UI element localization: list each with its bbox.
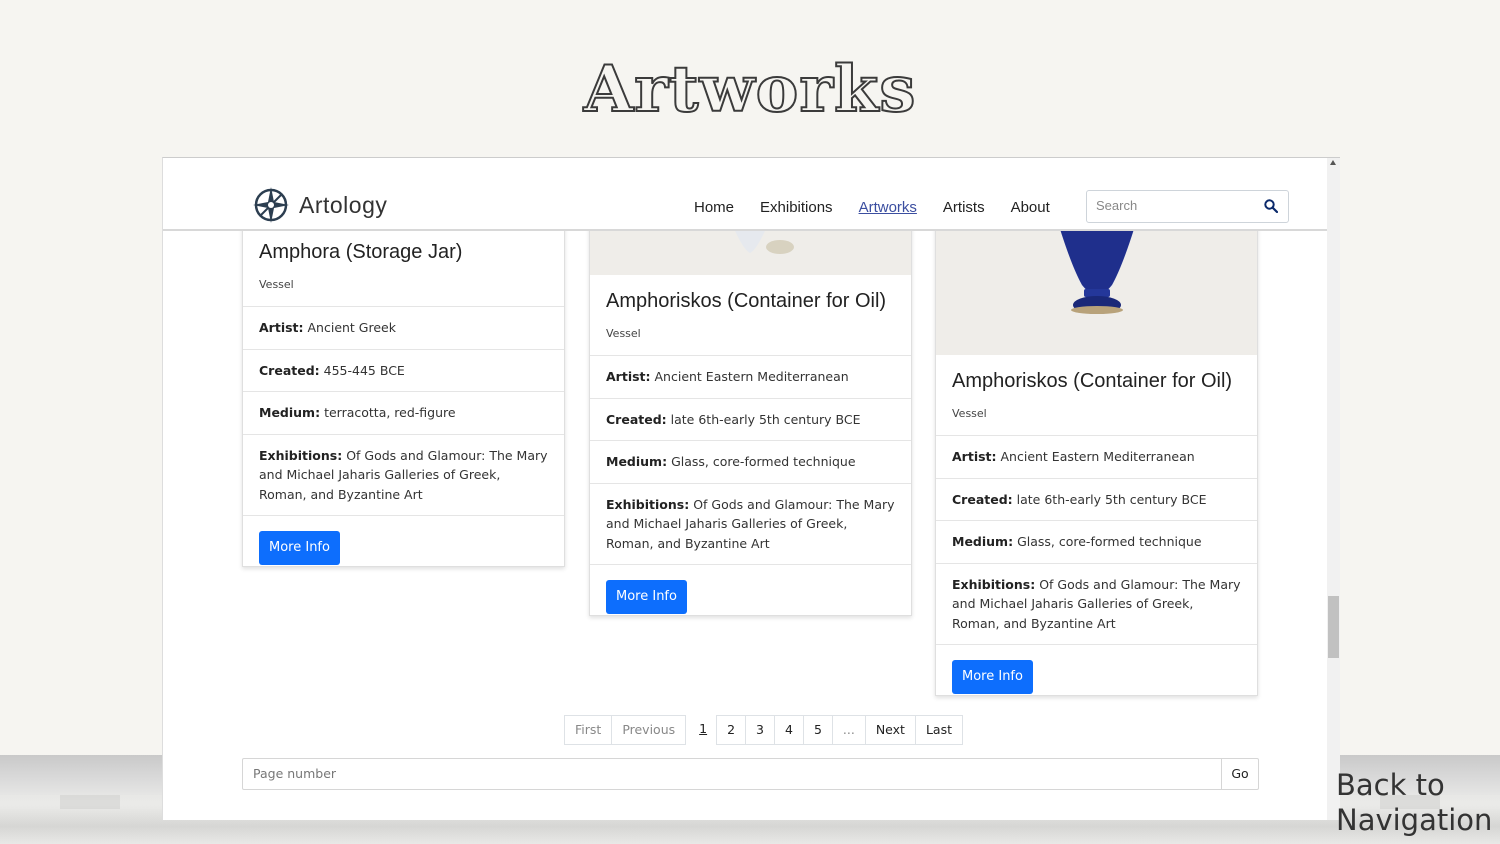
back-to-navigation-link[interactable]: Back to Navigation xyxy=(1336,768,1496,838)
pagination-previous[interactable]: Previous xyxy=(611,715,687,745)
vertical-scrollbar[interactable] xyxy=(1327,158,1340,820)
pagination-page-4[interactable]: 4 xyxy=(774,715,804,745)
nav-links: Home Exhibitions Artworks Artists About xyxy=(694,199,1076,216)
search-icon[interactable] xyxy=(1264,199,1278,213)
pagination-last[interactable]: Last xyxy=(914,715,963,745)
medium-row: Medium: Glass, core-formed technique xyxy=(936,520,1257,563)
exhibitions-label: Exhibitions: xyxy=(606,496,690,512)
nav-about[interactable]: About xyxy=(1011,199,1050,216)
brand[interactable]: Artology xyxy=(251,185,387,225)
exhibitions-row: Exhibitions: Of Gods and Glamour: The Ma… xyxy=(243,433,564,516)
artwork-type: Vessel xyxy=(259,278,294,291)
created-value: 455-445 BCE xyxy=(323,362,405,378)
artist-label: Artist: xyxy=(952,449,997,464)
artist-row: Artist: Ancient Eastern Mediterranean xyxy=(936,435,1257,478)
created-label: Created: xyxy=(952,491,1013,507)
medium-label: Medium: xyxy=(259,405,321,420)
page-number-input[interactable] xyxy=(243,759,1223,787)
embedded-browser-view: Amphora (Storage Jar) Vessel Artist: Anc… xyxy=(162,157,1340,820)
artist-value: Ancient Eastern Mediterranean xyxy=(1000,449,1195,464)
search-input[interactable] xyxy=(1087,191,1265,220)
pagination-page-1[interactable]: 1 xyxy=(689,715,718,743)
nav-exhibitions[interactable]: Exhibitions xyxy=(760,199,833,216)
brand-name: Artology xyxy=(299,191,388,218)
created-label: Created: xyxy=(606,411,667,427)
medium-row: Medium: terracotta, red-figure xyxy=(243,391,564,434)
artwork-title: Amphoriskos (Container for Oil) xyxy=(952,370,1233,392)
scroll-up-arrow-icon[interactable] xyxy=(1330,160,1336,165)
artwork-card-3: Amphoriskos (Container for Oil) Vessel A… xyxy=(935,158,1258,696)
go-button[interactable]: Go xyxy=(1221,759,1258,789)
scroll-thumb[interactable] xyxy=(1328,596,1339,658)
exhibitions-row: Exhibitions: Of Gods and Glamour: The Ma… xyxy=(590,482,911,565)
medium-label: Medium: xyxy=(606,454,668,469)
more-info-button[interactable]: More Info xyxy=(606,580,687,614)
pagination-page-3[interactable]: 3 xyxy=(745,715,775,745)
compass-logo-icon xyxy=(253,187,289,223)
artwork-title: Amphora (Storage Jar) xyxy=(259,241,463,263)
pagination-ellipsis: ... xyxy=(831,715,866,745)
more-info-button[interactable]: More Info xyxy=(952,660,1033,694)
medium-value: Glass, core-formed technique xyxy=(671,454,856,469)
nav-artists[interactable]: Artists xyxy=(943,199,985,216)
medium-value: terracotta, red-figure xyxy=(324,405,456,420)
medium-row: Medium: Glass, core-formed technique xyxy=(590,440,911,483)
exhibitions-label: Exhibitions: xyxy=(259,447,343,463)
search-box xyxy=(1086,190,1289,223)
artist-value: Ancient Eastern Mediterranean xyxy=(654,369,849,384)
created-value: late 6th-early 5th century BCE xyxy=(1016,491,1207,507)
artist-row: Artist: Ancient Greek xyxy=(243,306,564,349)
pagination-page-5[interactable]: 5 xyxy=(802,715,833,745)
exhibitions-row: Exhibitions: Of Gods and Glamour: The Ma… xyxy=(936,562,1257,645)
created-value: late 6th-early 5th century BCE xyxy=(670,411,861,427)
created-row: Created: late 6th-early 5th century BCE xyxy=(936,477,1257,521)
more-info-button[interactable]: More Info xyxy=(259,531,340,565)
pagination-first[interactable]: First xyxy=(564,715,613,745)
pagination: First Previous 1 2 3 4 5 ... Next Last xyxy=(564,715,963,745)
artwork-type: Vessel xyxy=(952,407,987,420)
artist-row: Artist: Ancient Eastern Mediterranean xyxy=(590,355,911,398)
pagination-next[interactable]: Next xyxy=(864,715,916,745)
created-label: Created: xyxy=(259,362,320,378)
navbar: Artology Home Exhibitions Artworks Artis… xyxy=(163,158,1327,231)
page-title: Artworks xyxy=(583,51,917,128)
pagination-page-2[interactable]: 2 xyxy=(716,715,747,745)
nav-artworks[interactable]: Artworks xyxy=(859,199,917,216)
artist-label: Artist: xyxy=(259,320,304,335)
artist-value: Ancient Greek xyxy=(307,320,396,335)
artwork-title: Amphoriskos (Container for Oil) xyxy=(606,290,887,312)
page-number-form: Go xyxy=(242,758,1259,790)
nav-home[interactable]: Home xyxy=(694,199,734,216)
created-row: Created: late 6th-early 5th century BCE xyxy=(590,397,911,441)
artwork-type: Vessel xyxy=(606,327,641,340)
created-row: Created: 455-445 BCE xyxy=(243,348,564,392)
artist-label: Artist: xyxy=(606,369,651,384)
medium-value: Glass, core-formed technique xyxy=(1017,534,1202,549)
medium-label: Medium: xyxy=(952,534,1014,549)
exhibitions-label: Exhibitions: xyxy=(952,576,1036,592)
